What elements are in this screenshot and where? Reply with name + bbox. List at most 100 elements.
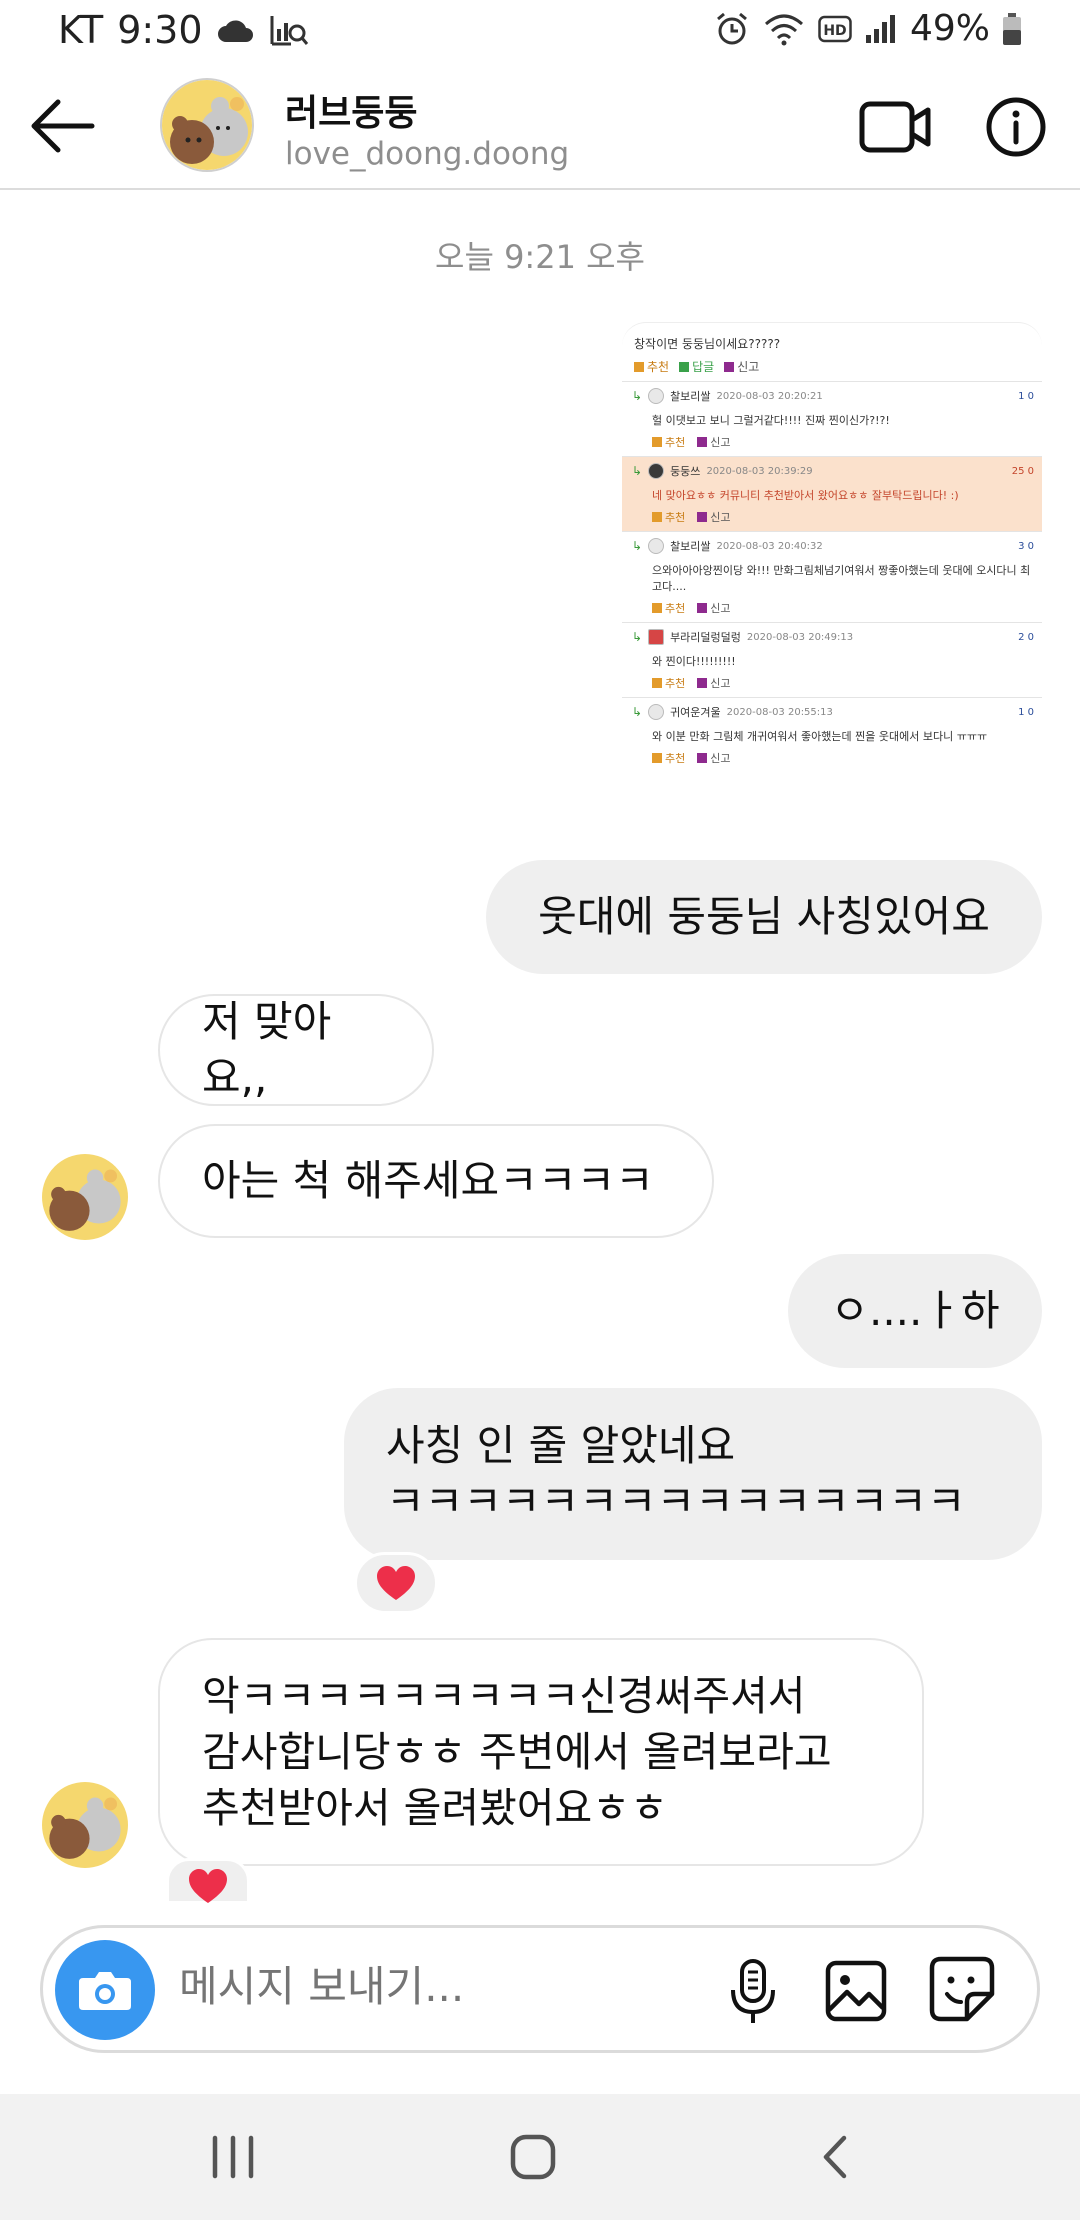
commenter-avatar [648, 704, 665, 720]
recommend-label: 추천 [665, 511, 686, 524]
reply-icon [679, 361, 690, 372]
recommend-action: 추천 [652, 600, 685, 616]
comment-body: 와 찐이다!!!!!!!!! [652, 655, 736, 668]
comment-meta: ↳ 귀여운겨울 2020-08-03 20:55:13 1 0 [632, 704, 1034, 720]
message-bubble-incoming[interactable]: 악ㅋㅋㅋㅋㅋㅋㅋㅋㅋ신경써주셔서 감사합니당ㅎㅎ 주변에서 올려보라고 추천받아… [158, 1638, 924, 1866]
home-button[interactable] [504, 2132, 564, 2182]
comment-meta: ↳ 둥둥쓰 2020-08-03 20:39:29 25 0 [632, 463, 1034, 479]
status-right: HD 49% [714, 8, 1022, 49]
recommend-label: 추천 [665, 436, 686, 449]
recommend-icon [652, 753, 662, 763]
shared-image[interactable]: 창작이면 둥둥님이세요????? 추천 답글 신고 ↳ 찰보리쌀 2020-08-0… [622, 322, 1042, 844]
avatar[interactable] [160, 78, 254, 172]
video-call-icon [859, 101, 931, 153]
recommend-icon [652, 603, 662, 613]
report-action: 신고 [697, 434, 731, 450]
comment-score: 2 0 [1018, 631, 1034, 643]
camera-button[interactable] [55, 1940, 155, 2040]
home-icon [510, 2134, 556, 2180]
commenter-avatar [648, 388, 665, 404]
report-icon [697, 512, 708, 522]
recommend-label: 추천 [647, 360, 670, 374]
recent-apps-icon [212, 2135, 254, 2179]
comment-row: ↳ 찰보리쌀 2020-08-03 20:40:32 3 0 으와아아아앙찐이당 와!… [622, 531, 1042, 622]
comment-row: ↳ 귀여운겨울 2020-08-03 20:55:13 1 0 와 이분 만화 그림체… [622, 697, 1042, 772]
recent-apps-button[interactable] [203, 2132, 263, 2182]
report-action: 신고 [697, 600, 731, 616]
recommend-action: 추천 [652, 509, 685, 525]
commenter-avatar [648, 629, 665, 645]
microphone-icon [731, 1959, 775, 2023]
message-text-line: 사칭 인 줄 알았네요 [386, 1421, 736, 1470]
contact-username[interactable]: love_doong.doong [285, 136, 569, 172]
recommend-action: 추천 [652, 750, 685, 766]
svg-text:HD: HD [823, 23, 846, 39]
comment-date: 2020-08-03 20:49:13 [746, 631, 854, 643]
sender-avatar[interactable] [42, 1782, 128, 1868]
comment-body: 네 맞아요ㅎㅎ 커뮤니티 추천받아서 왔어요ㅎㅎ 잘부탁드립니다! :) [652, 489, 959, 502]
data-search-icon [270, 16, 308, 46]
report-label: 신고 [710, 677, 731, 690]
signal-icon [865, 14, 895, 43]
commenter-avatar [648, 463, 665, 479]
message-text: 아는 척 해주세요ㅋㅋㅋㅋ [202, 1156, 654, 1205]
status-bar: KT 9:30 HD 49% [0, 0, 1080, 64]
back-button[interactable] [28, 94, 98, 158]
system-back-button[interactable] [808, 2132, 868, 2182]
heart-reaction[interactable] [354, 1552, 438, 1614]
comment-nick: 부라리덜렁덜렁 [670, 631, 741, 644]
voice-message-button[interactable] [723, 1958, 783, 2026]
comment-date: 2020-08-03 20:39:29 [706, 465, 813, 477]
camera-icon [79, 1972, 131, 2010]
system-back-icon [823, 2135, 847, 2179]
recommend-icon [634, 361, 644, 372]
message-bubble-incoming[interactable]: 아는 척 해주세요ㅋㅋㅋㅋ [158, 1124, 714, 1238]
reply-action: 답글 [679, 358, 714, 375]
report-label: 신고 [710, 602, 731, 615]
heart-reaction[interactable] [166, 1858, 250, 1904]
gallery-button[interactable] [825, 1960, 887, 2022]
message-bubble-outgoing[interactable]: 사칭 인 줄 알았네요 ㅋㅋㅋㅋㅋㅋㅋㅋㅋㅋㅋㅋㅋㅋㅋ [344, 1388, 1042, 1560]
info-icon [986, 97, 1046, 157]
chat-header: 러브둥둥 love_doong.doong [0, 64, 1080, 190]
message-bubble-outgoing[interactable]: ㅇ....ㅏ하 [788, 1254, 1042, 1368]
sender-avatar[interactable] [42, 1154, 128, 1240]
comment-actions: 추천 신고 [632, 434, 1034, 450]
battery-icon [1003, 12, 1021, 45]
comment-date: 2020-08-03 20:40:32 [716, 540, 823, 552]
report-action: 신고 [697, 750, 731, 766]
avatar-image [162, 80, 252, 170]
comment-actions: 추천 신고 [632, 750, 1034, 766]
comment-meta: ↳ 찰보리쌀 2020-08-03 20:40:32 3 0 [632, 538, 1034, 554]
info-button[interactable] [985, 96, 1047, 158]
reply-arrow-icon: ↳ [632, 389, 643, 403]
comment-score: 1 0 [1018, 390, 1034, 402]
reply-arrow-icon: ↳ [632, 630, 643, 644]
message-text-line: 악ㅋㅋㅋㅋㅋㅋㅋㅋㅋ신경써주셔서 [202, 1672, 806, 1720]
comment-date: 2020-08-03 20:20:21 [716, 390, 823, 402]
comment-actions: 추천 신고 [632, 675, 1034, 691]
video-call-button[interactable] [858, 98, 934, 156]
cloud-icon [217, 20, 253, 42]
chat-timestamp: 오늘 9:21 오후 [435, 238, 645, 276]
comment-score: 25 0 [1011, 465, 1034, 477]
reply-arrow-icon: ↳ [632, 539, 643, 553]
reply-arrow-icon: ↳ [632, 705, 643, 719]
clock: 9:30 [117, 8, 203, 52]
comment-actions: 추천 신고 [632, 509, 1034, 525]
heart-icon [377, 1566, 415, 1600]
message-input[interactable] [179, 1962, 739, 2011]
comment-score: 3 0 [1018, 540, 1034, 552]
report-icon [697, 753, 708, 763]
reply-label: 답글 [692, 360, 715, 374]
report-action: 신고 [697, 675, 731, 691]
message-bubble-incoming[interactable]: 저 맞아요,, [158, 994, 434, 1106]
message-bubble-outgoing[interactable]: 웃대에 둥둥님 사칭있어요 [486, 860, 1042, 974]
comment-body: 와 이분 만화 그림체 개귀여워서 좋아했는데 찐을 웃대에서 보다니 ㅠㅠㅠ [652, 730, 988, 743]
comment-row: ↳ 찰보리쌀 2020-08-03 20:20:21 1 0 헐 이댓보고 보니 그럴… [622, 381, 1042, 456]
contact-name[interactable]: 러브둥둥 [285, 84, 417, 136]
heart-icon [189, 1869, 227, 1903]
shared-post-actions: 추천 답글 신고 [622, 356, 1042, 381]
back-arrow-icon [31, 99, 95, 153]
sticker-button[interactable] [929, 1956, 995, 2022]
